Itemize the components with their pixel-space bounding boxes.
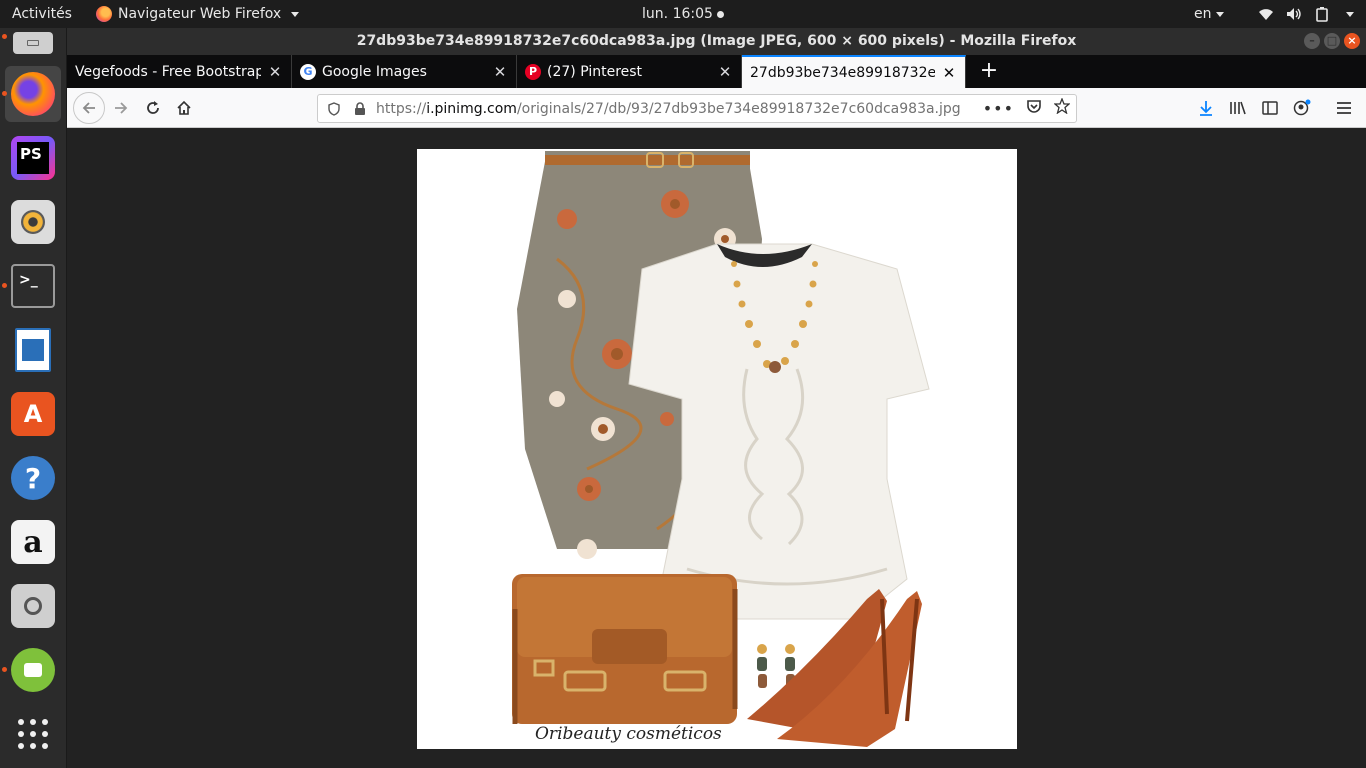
url-text: https://i.pinimg.com/originals/27/db/93/… xyxy=(376,101,961,117)
close-window-button[interactable]: × xyxy=(1344,33,1360,49)
back-button[interactable] xyxy=(73,92,105,124)
files-icon xyxy=(13,32,53,54)
maximize-button[interactable]: □ xyxy=(1324,33,1340,49)
forward-button[interactable] xyxy=(107,94,135,122)
download-icon[interactable] xyxy=(1197,99,1215,117)
volume-icon xyxy=(1286,7,1302,21)
leather-crossbody-bag xyxy=(512,574,738,724)
battery-icon xyxy=(1314,7,1330,22)
close-tab-icon[interactable]: ✕ xyxy=(717,64,733,80)
page-actions-icon[interactable]: ••• xyxy=(983,99,1014,118)
tab-image[interactable]: 27db93be734e89918732e7c ✕ xyxy=(742,55,966,88)
camera-icon xyxy=(11,584,55,628)
pinterest-icon: P xyxy=(525,63,541,80)
window-title: 27db93be734e89918732e7c60dca983a.jpg (Im… xyxy=(356,33,1077,49)
dock-files[interactable] xyxy=(2,28,61,58)
minimize-button[interactable]: – xyxy=(1304,33,1320,49)
dock-software-updater[interactable] xyxy=(2,642,61,698)
show-applications-button[interactable] xyxy=(5,706,61,762)
close-tab-icon[interactable]: ✕ xyxy=(267,64,283,80)
home-button[interactable] xyxy=(170,94,198,122)
dock-screenshot[interactable] xyxy=(5,578,61,634)
tab-title: 27db93be734e89918732e7c xyxy=(750,64,935,81)
software-bag-icon: A xyxy=(11,392,55,436)
running-indicator xyxy=(2,34,7,39)
dock-firefox[interactable] xyxy=(2,66,61,122)
phpstorm-icon: PS xyxy=(11,136,55,180)
dock: PS >_ A ? a xyxy=(0,28,67,768)
tab-strip: Vegefoods - Free Bootstrap ✕ G Google Im… xyxy=(67,55,1366,88)
update-icon xyxy=(11,648,55,692)
dock-help[interactable]: ? xyxy=(5,450,61,506)
language-label: en xyxy=(1194,6,1212,22)
speaker-icon xyxy=(11,200,55,244)
tab-title: Google Images xyxy=(322,63,427,80)
lock-icon[interactable] xyxy=(350,99,370,119)
navigation-toolbar: https://i.pinimg.com/originals/27/db/93/… xyxy=(67,88,1366,128)
terminal-icon: >_ xyxy=(11,264,55,308)
google-icon: G xyxy=(300,63,316,80)
app-menu[interactable]: Navigateur Web Firefox xyxy=(96,0,300,28)
notification-dot-icon xyxy=(716,10,724,18)
sidebar-icon[interactable] xyxy=(1261,99,1279,117)
language-indicator[interactable]: en xyxy=(1194,0,1224,28)
outfit-illustration xyxy=(512,151,930,747)
dock-rhythmbox[interactable] xyxy=(5,194,61,250)
arrow-left-icon xyxy=(82,102,95,114)
clock[interactable]: lun. 16:05 xyxy=(642,6,724,22)
tab-title: Vegefoods - Free Bootstrap xyxy=(75,63,261,80)
system-top-bar: Activités Navigateur Web Firefox lun. 16… xyxy=(0,0,1366,28)
close-tab-icon[interactable]: ✕ xyxy=(941,65,957,81)
tracking-protection-icon[interactable] xyxy=(324,99,344,119)
arrow-right-icon xyxy=(115,102,128,114)
bookmark-star-icon[interactable] xyxy=(1053,97,1071,118)
chevron-down-icon xyxy=(291,11,300,17)
amazon-icon: a xyxy=(11,520,55,564)
tab-google-images[interactable]: G Google Images ✕ xyxy=(292,55,517,88)
new-tab-button[interactable]: + xyxy=(974,55,1004,88)
account-icon[interactable] xyxy=(1293,99,1311,117)
url-bar[interactable]: https://i.pinimg.com/originals/27/db/93/… xyxy=(317,94,1077,123)
dock-phpstorm[interactable]: PS xyxy=(5,130,61,186)
dock-ubuntu-software[interactable]: A xyxy=(5,386,61,442)
running-indicator xyxy=(2,283,7,288)
document-icon xyxy=(15,328,51,372)
dock-libreoffice-writer[interactable] xyxy=(5,322,61,378)
app-menu-label: Navigateur Web Firefox xyxy=(118,6,282,22)
chevron-down-icon xyxy=(1215,11,1224,17)
url-host: i.pinimg.com xyxy=(426,100,517,117)
grid-icon xyxy=(18,719,48,749)
firefox-icon xyxy=(11,72,55,116)
url-path: /originals/27/db/93/27db93be734e89918732… xyxy=(516,100,961,117)
reload-icon xyxy=(147,101,159,114)
dock-terminal[interactable]: >_ xyxy=(2,258,61,314)
tab-vegefoods[interactable]: Vegefoods - Free Bootstrap ✕ xyxy=(67,55,292,88)
toolbar-actions xyxy=(1197,94,1353,122)
chevron-down-icon xyxy=(1346,11,1354,17)
tab-pinterest[interactable]: P (27) Pinterest ✕ xyxy=(517,55,742,88)
clock-text: lun. 16:05 xyxy=(642,6,713,22)
library-icon[interactable] xyxy=(1229,99,1247,117)
firefox-icon xyxy=(96,6,112,22)
hamburger-menu-icon[interactable] xyxy=(1335,99,1353,117)
outfit-photo[interactable]: Oribeauty cosméticos xyxy=(417,149,1017,749)
home-icon xyxy=(177,100,191,115)
dock-amazon[interactable]: a xyxy=(5,514,61,570)
wifi-icon xyxy=(1258,7,1274,21)
url-scheme: https:// xyxy=(376,100,427,117)
help-icon: ? xyxy=(11,456,55,500)
running-indicator xyxy=(2,91,7,96)
running-indicator xyxy=(2,667,7,672)
activities-button[interactable]: Activités xyxy=(12,0,72,28)
watermark-text: Oribeauty cosméticos xyxy=(535,724,722,744)
image-viewer: Oribeauty cosméticos xyxy=(67,129,1366,768)
pocket-icon[interactable] xyxy=(1026,98,1042,118)
close-tab-icon[interactable]: ✕ xyxy=(492,64,508,80)
tab-title: (27) Pinterest xyxy=(547,63,643,80)
system-menu[interactable] xyxy=(1258,0,1354,28)
window-titlebar[interactable]: 27db93be734e89918732e7c60dca983a.jpg (Im… xyxy=(67,28,1366,55)
reload-button[interactable] xyxy=(139,94,167,122)
